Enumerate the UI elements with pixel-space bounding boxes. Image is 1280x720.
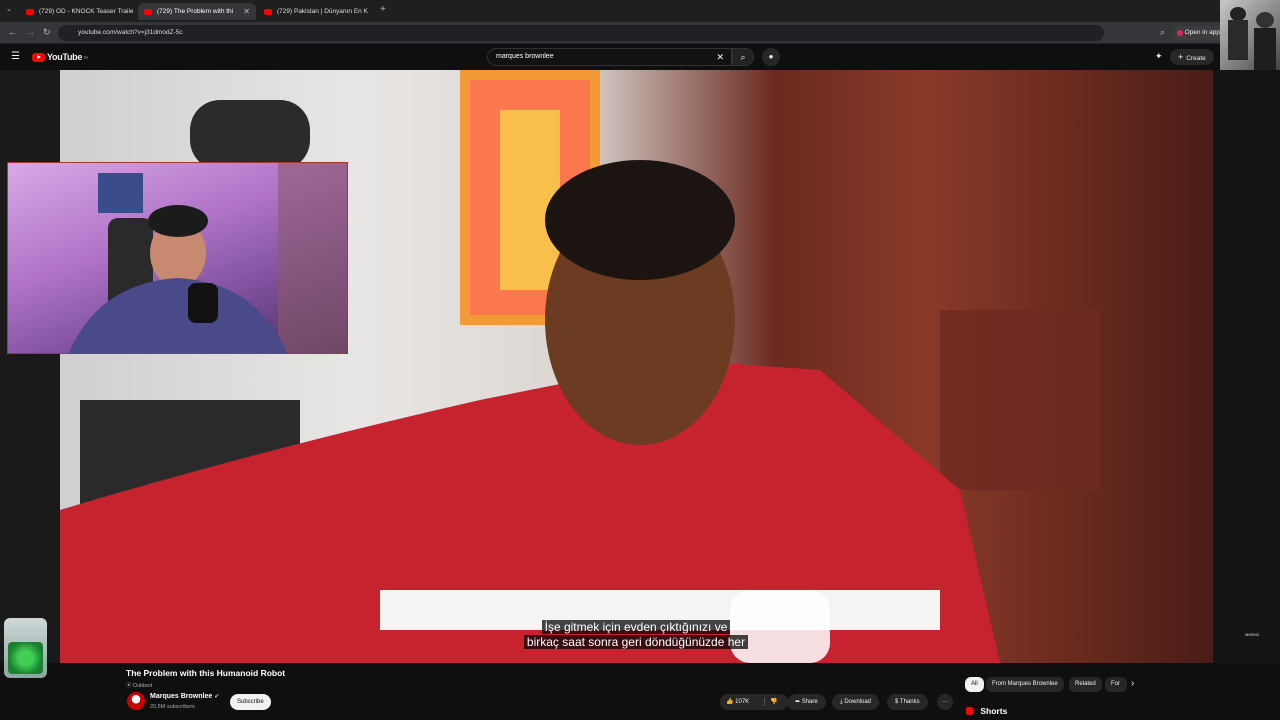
search-icon: ⌕ (740, 52, 746, 62)
tab-label: (729) Pakistan | Dünyanın En K (277, 8, 368, 15)
create-button[interactable]: + Create (1170, 49, 1214, 65)
open-in-app-button[interactable]: Open in app (1172, 26, 1226, 40)
subscriber-count: 20.5M subscribers (150, 704, 195, 710)
dubbed-label: Dubbed (133, 683, 153, 689)
url-field[interactable]: youtube.com/watch?v=j31dmodZ-5c (58, 25, 1104, 41)
profile-photo (1220, 0, 1280, 78)
youtube-header: ☰ YouTube TR marques brownlee ✕ ⌕ ● ✦ + C… (0, 44, 1220, 70)
download-label: Download (844, 699, 872, 705)
tab-search-icon[interactable]: ⌄ (6, 5, 12, 13)
right-backdrop (1213, 70, 1280, 663)
share-button[interactable]: ➦ Share (787, 694, 826, 710)
channel-watermark: MKBHD (1245, 632, 1260, 637)
address-bar-row: ← → ↻ youtube.com/watch?v=j31dmodZ-5c ⌕ … (0, 22, 1220, 44)
divider (764, 698, 765, 706)
subtitle-line-2: birkaç saat sonra geri döndüğünüzde her (523, 635, 749, 649)
chip-label: Related (1075, 681, 1096, 687)
video-subtitles: İşe gitmek için evden çıktığınızı ve bir… (517, 620, 755, 650)
search-value: marques brownlee (496, 53, 554, 60)
dubbed-badge: ⦿ Dubbed (126, 681, 152, 689)
channel-avatar[interactable] (127, 692, 145, 710)
ai-sparkle-icon[interactable]: ✦ (1155, 51, 1163, 62)
youtube-play-icon (32, 52, 45, 62)
channel-name-text: Marques Brownlee (150, 693, 213, 700)
chip-label: All (971, 681, 978, 687)
tab-pakistan[interactable]: (729) Pakistan | Dünyanın En K ✕ (258, 3, 373, 20)
chip-label: From Marques Brownlee (992, 681, 1058, 687)
share-label: Share (801, 699, 818, 705)
logo-country: TR (83, 54, 88, 60)
photo-figures (1228, 7, 1276, 73)
channel-name[interactable]: Marques Brownlee ✔ (150, 693, 219, 700)
tab-problem-humanoid[interactable]: (729) The Problem with thi ✕ (138, 3, 256, 20)
youtube-favicon-icon (144, 8, 152, 15)
chip-related[interactable]: Related (1069, 677, 1102, 692)
search-button[interactable]: ⌕ (732, 48, 754, 66)
thanks-label: Thanks (899, 699, 920, 705)
chip-label: For (1111, 681, 1120, 687)
browser-tab-bar: ⌄ (729) OD - KNOCK Teaser Traile ✕ (729)… (0, 0, 1220, 22)
webcam-overlay (7, 162, 348, 354)
share-icon: ➦ (795, 699, 802, 705)
tab-label: (729) OD - KNOCK Teaser Traile (39, 8, 134, 15)
hamburger-menu-icon[interactable]: ☰ (11, 51, 20, 62)
chip-for-you[interactable]: For (1105, 677, 1127, 692)
webcam-scene (68, 163, 347, 353)
youtube-favicon-icon (264, 8, 272, 15)
close-tab-icon[interactable]: ✕ (134, 7, 135, 16)
voice-search-button[interactable]: ● (762, 48, 780, 66)
close-tab-icon[interactable]: ✕ (368, 7, 373, 16)
tab-knock-teaser[interactable]: (729) OD - KNOCK Teaser Traile ✕ (20, 3, 135, 20)
like-count: 107K (735, 699, 750, 705)
thanks-button[interactable]: $ Thanks (887, 694, 928, 710)
open-in-app-label: Open in app (1184, 29, 1220, 36)
tab-label: (729) The Problem with thi (157, 8, 234, 15)
video-frame (60, 70, 1100, 663)
close-tab-icon[interactable]: ✕ (239, 7, 250, 16)
left-backdrop (0, 70, 60, 663)
logo-text: YouTube (47, 52, 83, 62)
shorts-label: Shorts (980, 706, 1008, 716)
dubbed-icon: ⦿ (126, 683, 134, 689)
subscribe-label: Subscribe (237, 699, 264, 705)
subtitle-line-1: İşe gitmek için evden çıktığınızı ve (541, 620, 731, 634)
download-button[interactable]: ⤓ Download (832, 694, 880, 710)
chevron-right-icon[interactable]: › (1131, 678, 1134, 689)
reload-icon[interactable]: ↻ (43, 27, 51, 38)
back-icon[interactable]: ← (8, 27, 17, 37)
video-player[interactable] (60, 70, 1213, 663)
dislike-button[interactable]: 👎 (770, 694, 777, 710)
more-icon: ··· (942, 699, 948, 705)
url-text: youtube.com/watch?v=j31dmodZ-5c (78, 29, 183, 36)
verified-check-icon: ✔ (214, 694, 220, 700)
plant-jar-decoration (4, 618, 47, 678)
forward-icon[interactable]: → (26, 27, 35, 37)
youtube-favicon-icon (26, 8, 34, 15)
search-input[interactable]: marques brownlee ✕ (487, 48, 732, 66)
more-actions-button[interactable]: ··· (937, 694, 953, 710)
thumbs-up-icon: 👍 (726, 699, 734, 705)
subscribe-button[interactable]: Subscribe (230, 694, 271, 710)
microphone-icon: ● (768, 52, 774, 61)
like-button[interactable]: 👍 107K (726, 694, 749, 710)
zoom-icon[interactable]: ⌕ (1160, 27, 1165, 38)
video-title: The Problem with this Humanoid Robot (126, 668, 286, 678)
chip-all[interactable]: All (965, 677, 984, 692)
chip-from-channel[interactable]: From Marques Brownlee (986, 677, 1064, 692)
create-label: Create (1186, 55, 1206, 62)
thumbs-down-icon: 👎 (770, 699, 778, 705)
clear-search-icon[interactable]: ✕ (716, 49, 724, 65)
shorts-section-header: Shorts (966, 706, 1007, 716)
new-tab-icon[interactable]: + (380, 4, 386, 15)
plus-icon: + (1178, 52, 1184, 62)
like-dislike-group: 👍 107K 👎 (720, 694, 788, 710)
youtube-logo[interactable]: YouTube TR (32, 52, 88, 62)
